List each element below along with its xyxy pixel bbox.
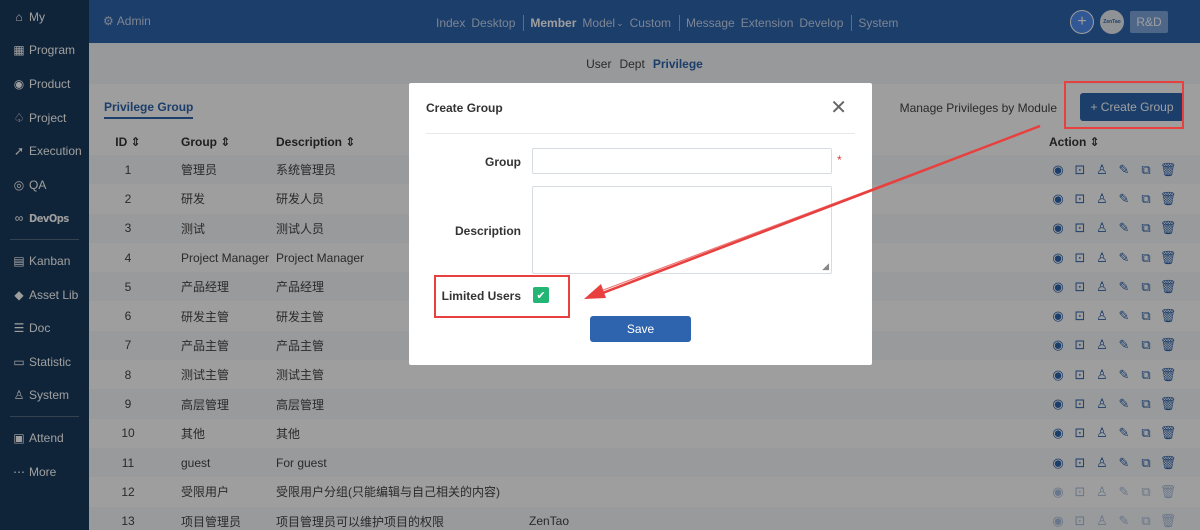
modal-divider [426, 133, 855, 134]
modal-title: Create Group [426, 101, 503, 115]
annotation-box-create [1064, 81, 1184, 129]
annotation-box-limited [434, 275, 570, 318]
close-icon[interactable]: ✕ [830, 95, 847, 120]
resize-grip-icon[interactable]: ◢ [822, 261, 829, 272]
save-button[interactable]: Save [590, 316, 691, 342]
required-asterisk: * [837, 153, 842, 167]
description-textarea[interactable]: ◢ [532, 186, 832, 274]
group-input[interactable] [532, 148, 832, 174]
create-group-modal: Create Group ✕ Group * Description ◢ Lim… [409, 83, 872, 365]
group-label: Group [485, 155, 521, 169]
description-label: Description [454, 224, 521, 238]
